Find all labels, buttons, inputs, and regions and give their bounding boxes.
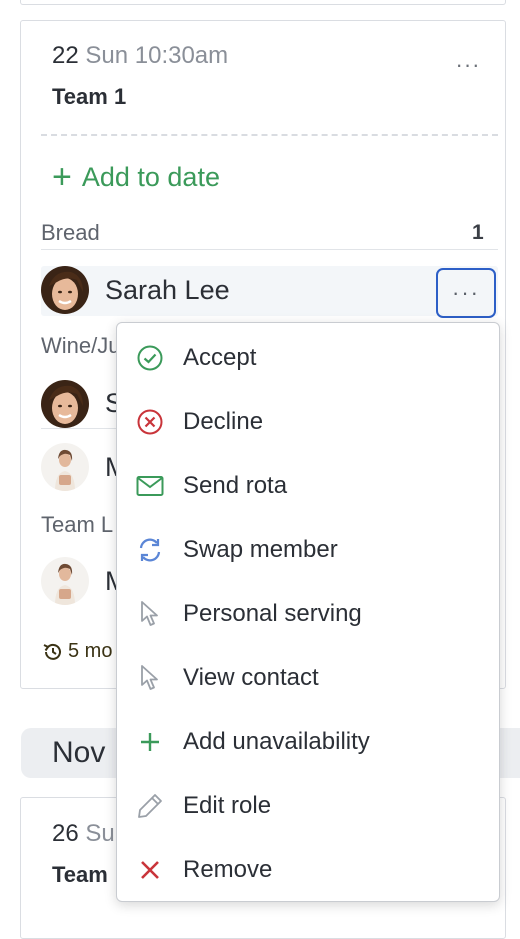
history-indicator[interactable]: 5 mo: [42, 640, 112, 663]
menu-item-label: Personal serving: [183, 600, 362, 627]
menu-item-label: View contact: [183, 664, 319, 691]
event-date-time: Sun 10:30am: [85, 42, 229, 69]
woman-holding-avatar: [41, 443, 89, 491]
menu-item-label: Remove: [183, 856, 273, 883]
plus-icon: +: [52, 158, 72, 196]
woman-holding-avatar: [41, 557, 89, 605]
pencil-icon: [135, 791, 165, 821]
menu-item-remove[interactable]: Remove: [117, 838, 499, 902]
month-label: Nov: [52, 736, 106, 769]
menu-item-label: Edit role: [183, 792, 272, 819]
add-to-date-label: Add to date: [81, 161, 220, 192]
menu-item-edit-role[interactable]: Edit role: [117, 774, 499, 838]
x-icon: [135, 855, 165, 885]
member-name: Sarah Lee: [105, 275, 230, 305]
event-date: 22 Sun 10:30am: [52, 42, 228, 70]
section-divider: [41, 249, 498, 250]
envelope-icon: [135, 471, 165, 501]
menu-item-label: Decline: [183, 408, 264, 435]
menu-item-send-rota[interactable]: Send rota: [117, 454, 499, 518]
next-event-date: 26 Su: [52, 820, 115, 848]
menu-item-label: Swap member: [183, 536, 338, 563]
member-more-button[interactable]: ···: [436, 268, 496, 318]
history-icon: [42, 641, 64, 663]
next-event-date-time: Su: [85, 820, 115, 847]
event-more-button[interactable]: ···: [453, 54, 483, 80]
menu-item-add-unavailability[interactable]: Add unavailability: [117, 710, 499, 774]
check-circle-icon: [135, 343, 165, 373]
event-team-title: Team 1: [52, 84, 127, 109]
section-label-bread: Bread: [41, 220, 100, 245]
menu-item-swap-member[interactable]: Swap member: [117, 518, 499, 582]
section-count-bread: 1: [472, 221, 484, 244]
event-date-day: 22: [52, 42, 79, 69]
menu-item-label: Accept: [183, 344, 257, 371]
woman-avatar: [41, 380, 89, 428]
dashed-divider: [41, 134, 498, 136]
row-divider: [41, 428, 121, 429]
history-label: 5 mo: [68, 640, 113, 662]
menu-item-accept[interactable]: Accept: [117, 326, 499, 390]
menu-item-view-contact[interactable]: View contact: [117, 646, 499, 710]
menu-item-label: Add unavailability: [183, 728, 370, 755]
cursor-icon: [135, 599, 165, 629]
menu-item-label: Send rota: [183, 472, 288, 499]
woman-avatar: [41, 266, 89, 314]
swap-arrows-icon: [135, 535, 165, 565]
next-event-team: Team: [52, 862, 108, 887]
cursor-icon: [135, 663, 165, 693]
menu-item-decline[interactable]: Decline: [117, 390, 499, 454]
section-label-wine: Wine/Ju: [41, 333, 121, 358]
add-to-date-button[interactable]: + Add to date: [52, 160, 220, 194]
next-event-date-day: 26: [52, 820, 79, 847]
previous-event-card: [20, 0, 506, 5]
plus-icon: [135, 727, 165, 757]
x-circle-icon: [135, 407, 165, 437]
menu-item-personal-serving[interactable]: Personal serving: [117, 582, 499, 646]
section-label-team-leader: Team L: [41, 512, 114, 537]
member-action-menu: Accept Decline Send rota Swap member Per…: [116, 322, 500, 902]
